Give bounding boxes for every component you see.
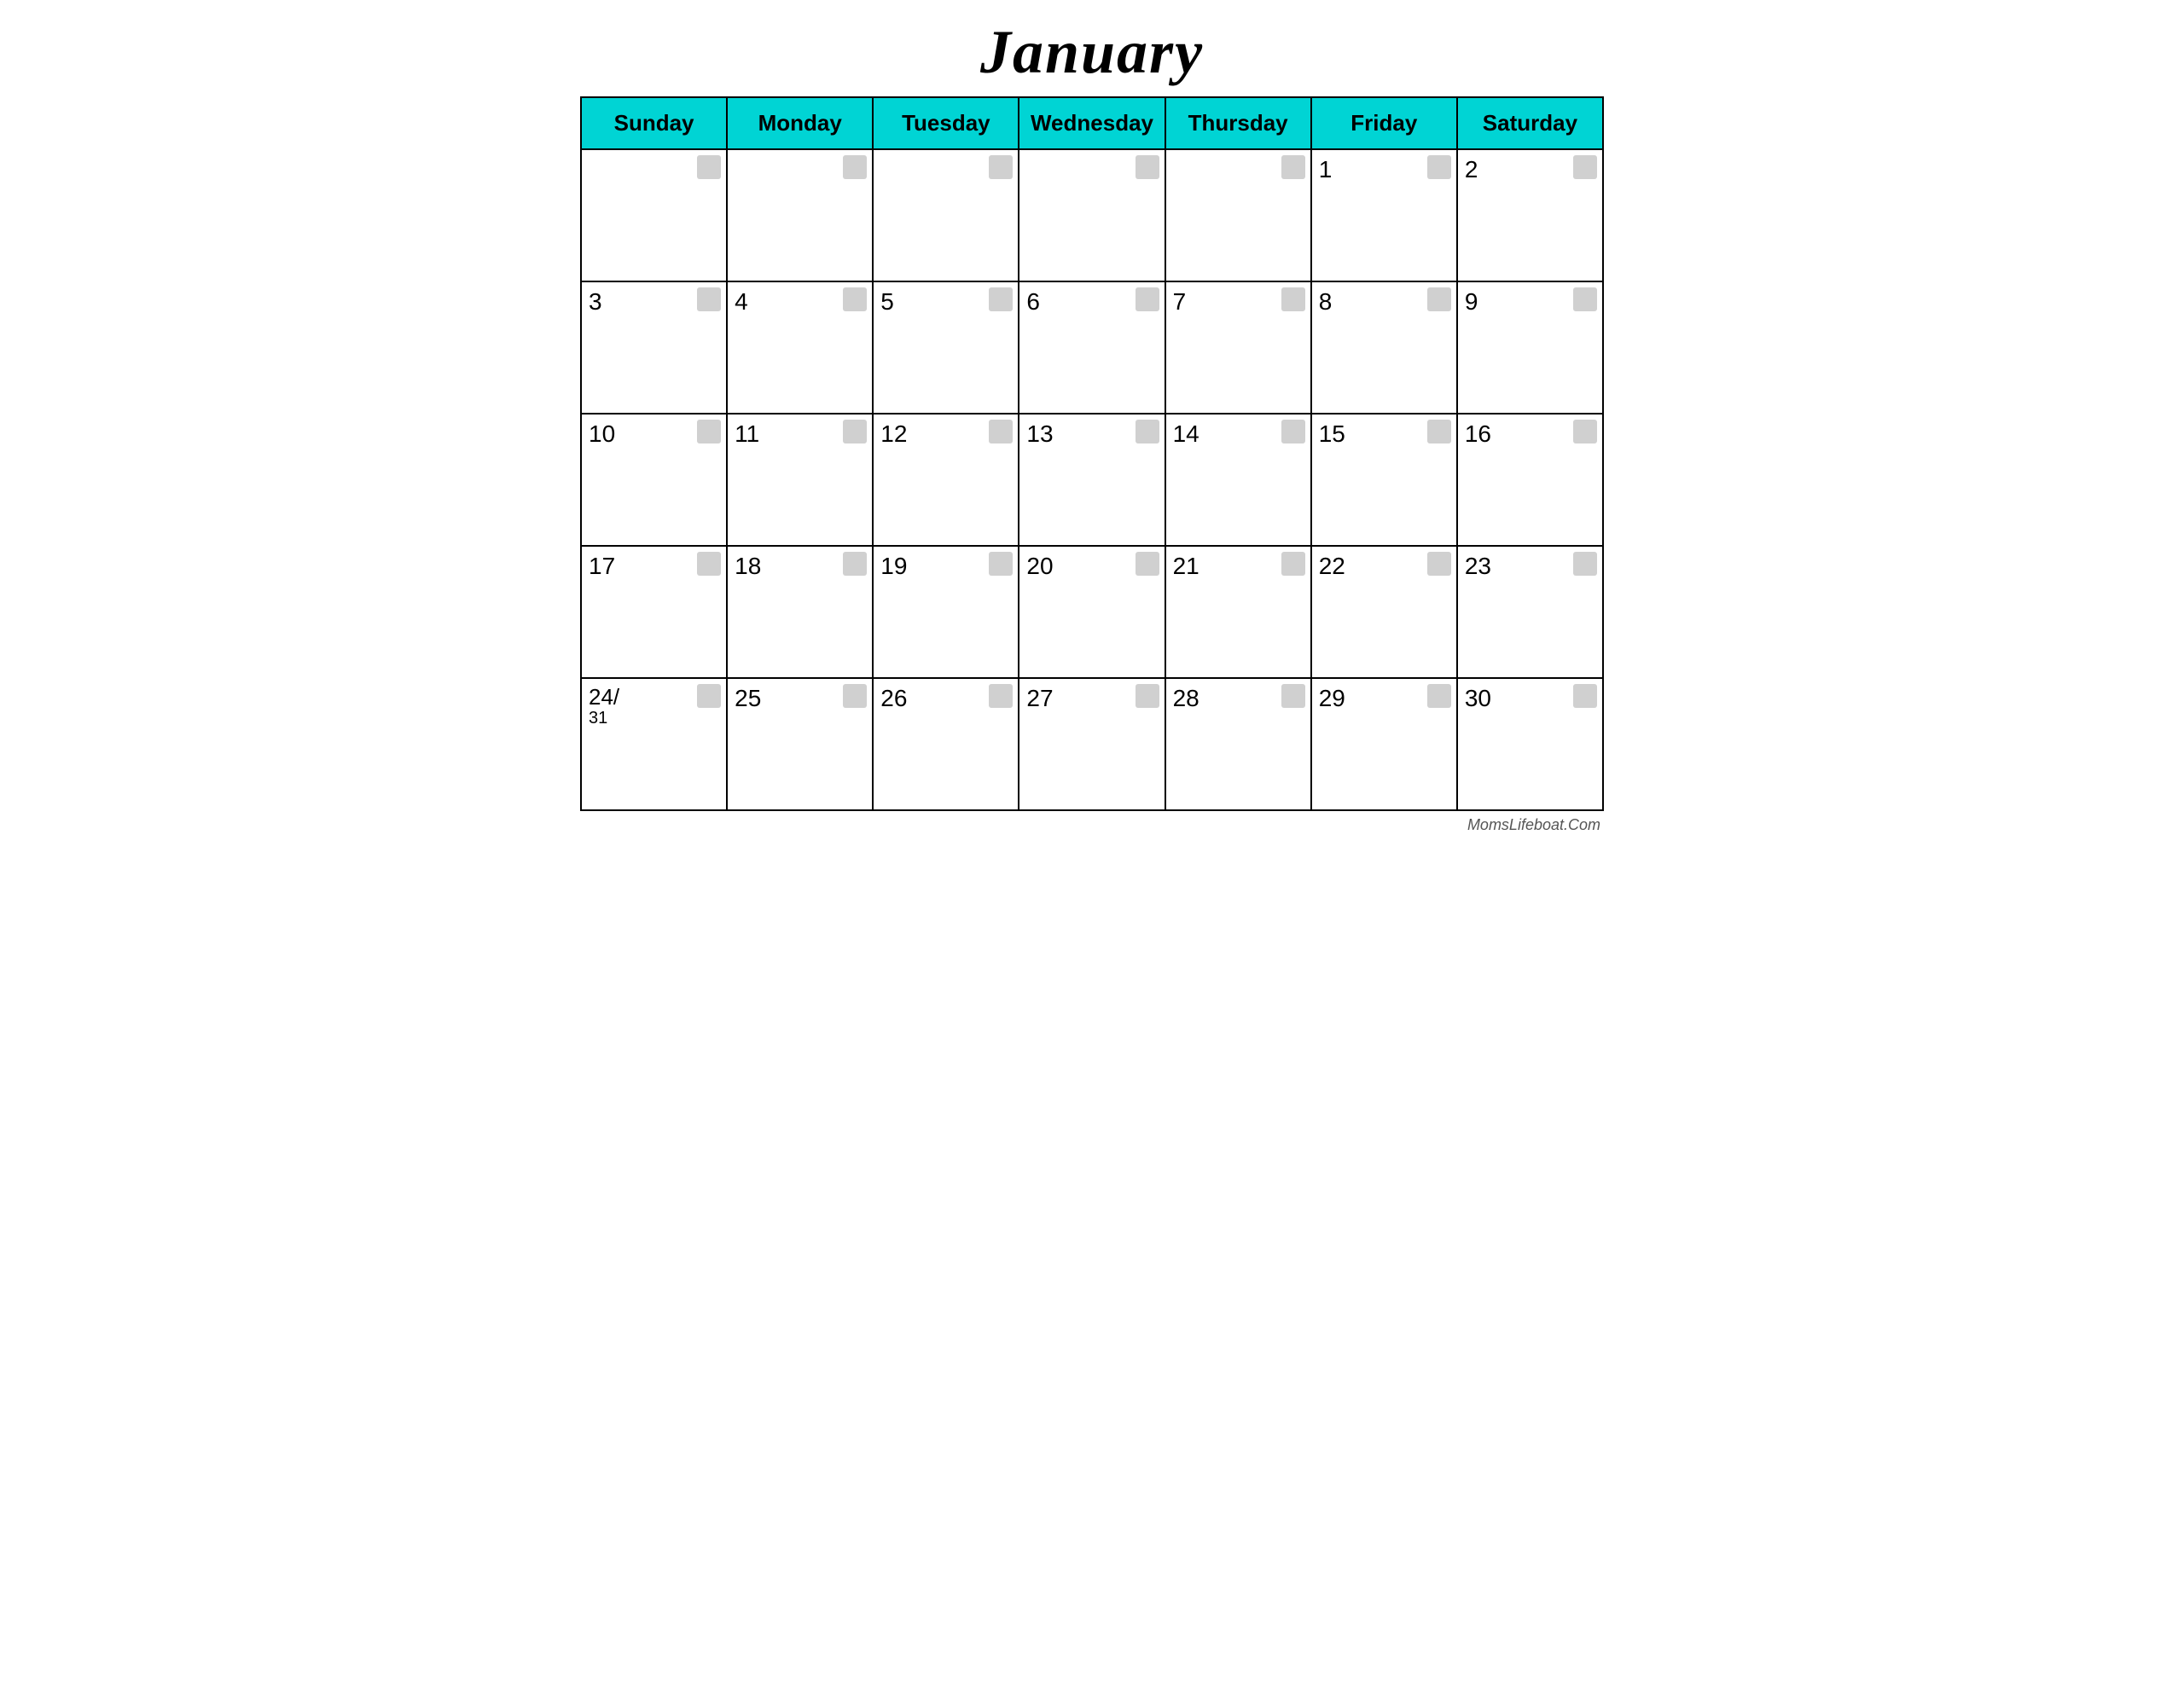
calendar-body: 123456789101112131415161718192021222324/… bbox=[581, 149, 1603, 810]
calendar-cell[interactable]: 24/31 bbox=[581, 678, 727, 810]
calendar-cell[interactable]: 28 bbox=[1165, 678, 1311, 810]
day-corner-decoration bbox=[1427, 552, 1451, 576]
day-corner-decoration bbox=[1281, 684, 1305, 708]
calendar-cell[interactable] bbox=[1019, 149, 1165, 281]
calendar-table: SundayMondayTuesdayWednesdayThursdayFrid… bbox=[580, 96, 1604, 811]
calendar-cell[interactable]: 26 bbox=[873, 678, 1019, 810]
calendar-cell[interactable]: 27 bbox=[1019, 678, 1165, 810]
empty-corner-decoration bbox=[1136, 155, 1159, 179]
column-header-monday: Monday bbox=[727, 97, 873, 149]
day-corner-decoration bbox=[1281, 287, 1305, 311]
day-corner-decoration bbox=[1136, 684, 1159, 708]
calendar-cell[interactable]: 5 bbox=[873, 281, 1019, 414]
calendar-cell[interactable]: 16 bbox=[1457, 414, 1603, 546]
day-corner-decoration bbox=[1136, 552, 1159, 576]
day-corner-decoration bbox=[697, 287, 721, 311]
calendar-cell[interactable] bbox=[1165, 149, 1311, 281]
calendar-cell[interactable]: 1 bbox=[1311, 149, 1457, 281]
empty-corner-decoration bbox=[843, 155, 867, 179]
day-corner-decoration bbox=[697, 684, 721, 708]
day-corner-decoration bbox=[1573, 684, 1597, 708]
day-corner-decoration bbox=[697, 552, 721, 576]
column-header-saturday: Saturday bbox=[1457, 97, 1603, 149]
watermark: MomsLifeboat.Com bbox=[580, 816, 1604, 834]
column-header-tuesday: Tuesday bbox=[873, 97, 1019, 149]
calendar-cell[interactable]: 4 bbox=[727, 281, 873, 414]
calendar-cell[interactable]: 15 bbox=[1311, 414, 1457, 546]
day-corner-decoration bbox=[1136, 287, 1159, 311]
day-corner-decoration bbox=[1573, 420, 1597, 443]
day-corner-decoration bbox=[989, 420, 1013, 443]
empty-corner-decoration bbox=[697, 155, 721, 179]
empty-corner-decoration bbox=[989, 155, 1013, 179]
day-corner-decoration bbox=[1573, 155, 1597, 179]
day-corner-decoration bbox=[1427, 287, 1451, 311]
calendar-cell[interactable]: 8 bbox=[1311, 281, 1457, 414]
day-corner-decoration bbox=[1281, 552, 1305, 576]
calendar-cell[interactable] bbox=[873, 149, 1019, 281]
column-header-thursday: Thursday bbox=[1165, 97, 1311, 149]
calendar-cell[interactable]: 25 bbox=[727, 678, 873, 810]
calendar-week-row: 3456789 bbox=[581, 281, 1603, 414]
day-corner-decoration bbox=[843, 684, 867, 708]
calendar-cell[interactable]: 11 bbox=[727, 414, 873, 546]
day-corner-decoration bbox=[843, 420, 867, 443]
calendar-cell[interactable]: 19 bbox=[873, 546, 1019, 678]
calendar-week-row: 10111213141516 bbox=[581, 414, 1603, 546]
calendar-week-row: 17181920212223 bbox=[581, 546, 1603, 678]
calendar-cell[interactable]: 17 bbox=[581, 546, 727, 678]
calendar-title: January bbox=[580, 17, 1604, 88]
day-corner-decoration bbox=[843, 287, 867, 311]
day-corner-decoration bbox=[989, 287, 1013, 311]
calendar-cell[interactable]: 3 bbox=[581, 281, 727, 414]
day-corner-decoration bbox=[1427, 155, 1451, 179]
calendar-cell[interactable]: 13 bbox=[1019, 414, 1165, 546]
calendar-cell[interactable]: 29 bbox=[1311, 678, 1457, 810]
day-corner-decoration bbox=[1427, 684, 1451, 708]
calendar-cell[interactable]: 12 bbox=[873, 414, 1019, 546]
calendar-cell[interactable]: 21 bbox=[1165, 546, 1311, 678]
column-header-wednesday: Wednesday bbox=[1019, 97, 1165, 149]
calendar-week-row: 24/31252627282930 bbox=[581, 678, 1603, 810]
calendar-week-row: 12 bbox=[581, 149, 1603, 281]
day-corner-decoration bbox=[989, 552, 1013, 576]
day-corner-decoration bbox=[1136, 420, 1159, 443]
column-header-sunday: Sunday bbox=[581, 97, 727, 149]
column-header-friday: Friday bbox=[1311, 97, 1457, 149]
day-corner-decoration bbox=[1427, 420, 1451, 443]
day-corner-decoration bbox=[1573, 287, 1597, 311]
calendar-cell[interactable]: 10 bbox=[581, 414, 727, 546]
day-corner-decoration bbox=[843, 552, 867, 576]
calendar-cell[interactable]: 20 bbox=[1019, 546, 1165, 678]
calendar-cell[interactable] bbox=[581, 149, 727, 281]
calendar-header-row: SundayMondayTuesdayWednesdayThursdayFrid… bbox=[581, 97, 1603, 149]
day-corner-decoration bbox=[1281, 420, 1305, 443]
calendar-cell[interactable] bbox=[727, 149, 873, 281]
calendar-cell[interactable]: 7 bbox=[1165, 281, 1311, 414]
calendar-cell[interactable]: 22 bbox=[1311, 546, 1457, 678]
calendar-cell[interactable]: 14 bbox=[1165, 414, 1311, 546]
day-corner-decoration bbox=[989, 684, 1013, 708]
day-corner-decoration bbox=[697, 420, 721, 443]
calendar-cell[interactable]: 18 bbox=[727, 546, 873, 678]
empty-corner-decoration bbox=[1281, 155, 1305, 179]
calendar-wrapper: January SundayMondayTuesdayWednesdayThur… bbox=[580, 17, 1604, 834]
calendar-cell[interactable]: 23 bbox=[1457, 546, 1603, 678]
day-corner-decoration bbox=[1573, 552, 1597, 576]
calendar-cell[interactable]: 30 bbox=[1457, 678, 1603, 810]
calendar-cell[interactable]: 9 bbox=[1457, 281, 1603, 414]
calendar-cell[interactable]: 6 bbox=[1019, 281, 1165, 414]
calendar-cell[interactable]: 2 bbox=[1457, 149, 1603, 281]
